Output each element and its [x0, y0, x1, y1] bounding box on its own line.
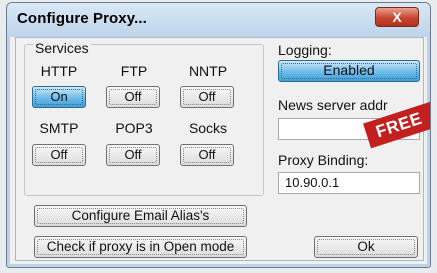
- service-label-ftp: FTP: [120, 63, 148, 79]
- nntp-toggle-button[interactable]: Off: [180, 86, 234, 108]
- nntp-toggle-label: Off: [198, 89, 216, 104]
- window-title: Configure Proxy...: [17, 10, 147, 27]
- ftp-toggle-button[interactable]: Off: [106, 86, 160, 108]
- proxy-binding-label: Proxy Binding:: [278, 152, 369, 168]
- service-label-socks: Socks: [188, 120, 228, 136]
- smtp-toggle-label: Off: [50, 147, 68, 162]
- services-group: Services HTTP FTP NNTP On Off Off SMTP P…: [24, 40, 264, 196]
- service-label-smtp: SMTP: [39, 120, 79, 136]
- configure-email-alias-button[interactable]: Configure Email Alias's: [34, 205, 247, 227]
- smtp-toggle-button[interactable]: Off: [32, 144, 86, 166]
- configure-email-alias-label: Configure Email Alias's: [71, 208, 210, 223]
- http-toggle-label: On: [50, 89, 68, 104]
- logging-label: Logging:: [278, 42, 332, 58]
- ftp-toggle-label: Off: [124, 89, 142, 104]
- configure-proxy-window: Configure Proxy... X Services HTTP FTP N…: [6, 2, 431, 268]
- title-bar: Configure Proxy... X: [7, 3, 430, 37]
- logging-toggle-button[interactable]: Enabled: [278, 60, 420, 82]
- pop3-toggle-button[interactable]: Off: [106, 144, 160, 166]
- service-label-pop3: POP3: [115, 120, 153, 136]
- services-legend: Services: [33, 40, 91, 56]
- ok-label: Ok: [357, 239, 375, 254]
- service-label-http: HTTP: [40, 63, 78, 79]
- news-server-label: News server addr: [278, 97, 388, 113]
- socks-toggle-button[interactable]: Off: [180, 144, 234, 166]
- check-open-mode-button[interactable]: Check if proxy is in Open mode: [34, 236, 247, 258]
- socks-toggle-label: Off: [198, 147, 216, 162]
- service-label-nntp: NNTP: [188, 63, 228, 79]
- pop3-toggle-label: Off: [124, 147, 142, 162]
- logging-toggle-label: Enabled: [323, 62, 375, 78]
- ok-button[interactable]: Ok: [314, 236, 418, 258]
- dialog-body: Services HTTP FTP NNTP On Off Off SMTP P…: [15, 37, 430, 261]
- proxy-binding-input[interactable]: 10.90.0.1: [278, 172, 420, 194]
- http-toggle-button[interactable]: On: [32, 86, 86, 108]
- check-open-mode-label: Check if proxy is in Open mode: [46, 239, 235, 254]
- close-button[interactable]: X: [375, 7, 419, 27]
